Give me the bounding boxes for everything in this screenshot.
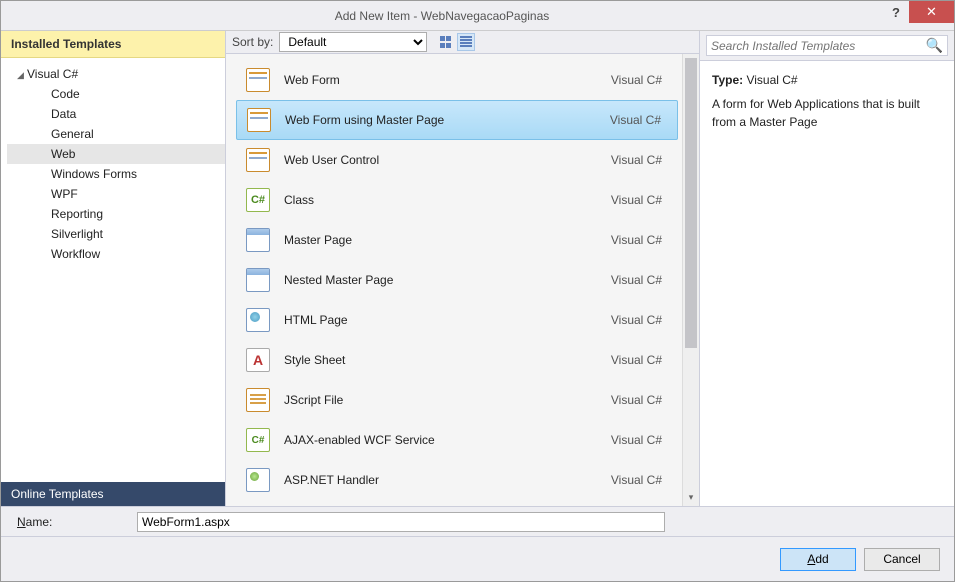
online-templates[interactable]: Online Templates (1, 482, 225, 506)
tree-child-general[interactable]: General (7, 124, 225, 144)
expand-icon: ◢ (17, 70, 27, 81)
vertical-scrollbar[interactable]: ▾ (682, 54, 699, 506)
template-lang: Visual C# (610, 113, 667, 127)
template-icon: A (246, 348, 270, 372)
type-value: Visual C# (746, 73, 797, 87)
search-icon[interactable]: 🔍 (926, 37, 943, 54)
template-label: AJAX-enabled WCF Service (284, 433, 611, 447)
template-lang: Visual C# (611, 73, 668, 87)
template-label: HTML Page (284, 313, 611, 327)
tree-child-web[interactable]: Web (7, 144, 225, 164)
template-item[interactable]: A Style SheetVisual C# (236, 340, 678, 380)
sidebar: Installed Templates ◢Visual C# CodeDataG… (1, 31, 226, 506)
tree-root-visual-csharp[interactable]: ◢Visual C# (7, 64, 225, 84)
name-label: Name: (17, 515, 137, 529)
template-icon: C# (246, 428, 270, 452)
template-icon (246, 148, 270, 172)
template-lang: Visual C# (611, 273, 668, 287)
template-lang: Visual C# (611, 473, 668, 487)
template-icon (246, 468, 270, 492)
template-lang: Visual C# (611, 233, 668, 247)
template-item[interactable]: Master PageVisual C# (236, 220, 678, 260)
view-mode-icons (437, 33, 475, 51)
template-label: Style Sheet (284, 353, 611, 367)
sidebar-header: Installed Templates (1, 31, 225, 58)
template-icon (246, 68, 270, 92)
tree-child-silverlight[interactable]: Silverlight (7, 224, 225, 244)
template-item[interactable]: C# AJAX-enabled WCF ServiceVisual C# (236, 420, 678, 460)
template-label: Class (284, 193, 611, 207)
template-item[interactable]: Web Form using Master PageVisual C# (236, 100, 678, 140)
template-tree: ◢Visual C# CodeDataGeneralWebWindows For… (1, 58, 225, 482)
cancel-button[interactable]: Cancel (864, 548, 940, 571)
template-item[interactable]: JScript FileVisual C# (236, 380, 678, 420)
tree-child-workflow[interactable]: Workflow (7, 244, 225, 264)
sort-bar: Sort by: Default (226, 31, 699, 54)
window-controls: ? ✕ (883, 1, 954, 30)
tree-child-data[interactable]: Data (7, 104, 225, 124)
tree-child-code[interactable]: Code (7, 84, 225, 104)
center-panel: Sort by: Default Web FormVisual C#Web Fo… (226, 31, 699, 506)
template-item[interactable]: ASP.NET HandlerVisual C# (236, 460, 678, 500)
sort-dropdown[interactable]: Default (279, 32, 427, 52)
description: Type: Visual C# A form for Web Applicati… (700, 61, 954, 141)
template-icon (246, 268, 270, 292)
search-input[interactable] (711, 39, 926, 53)
tree-root-label: Visual C# (27, 67, 78, 81)
type-label: Type: (712, 73, 743, 87)
template-item[interactable]: Web FormVisual C# (236, 60, 678, 100)
template-list: Web FormVisual C#Web Form using Master P… (226, 54, 682, 506)
name-row: Name: (1, 506, 954, 536)
view-small-icons[interactable] (437, 33, 455, 51)
sort-label: Sort by: (232, 35, 273, 49)
template-icon: C# (246, 188, 270, 212)
button-row: Add Cancel (1, 536, 954, 581)
scrollbar-thumb[interactable] (685, 58, 697, 348)
close-button[interactable]: ✕ (909, 1, 954, 23)
titlebar: Add New Item - WebNavegacaoPaginas ? ✕ (1, 1, 954, 31)
items-wrap: Web FormVisual C#Web Form using Master P… (226, 54, 699, 506)
template-lang: Visual C# (611, 433, 668, 447)
template-lang: Visual C# (611, 193, 668, 207)
template-label: JScript File (284, 393, 611, 407)
view-list-icons[interactable] (457, 33, 475, 51)
template-lang: Visual C# (611, 353, 668, 367)
template-label: ASP.NET Handler (284, 473, 611, 487)
template-label: Master Page (284, 233, 611, 247)
add-button[interactable]: Add (780, 548, 856, 571)
template-label: Web User Control (284, 153, 611, 167)
description-text: A form for Web Applications that is buil… (712, 95, 942, 131)
template-icon (246, 228, 270, 252)
tree-child-wpf[interactable]: WPF (7, 184, 225, 204)
template-item[interactable]: Nested Master PageVisual C# (236, 260, 678, 300)
template-icon (246, 388, 270, 412)
template-lang: Visual C# (611, 313, 668, 327)
details-panel: 🔍 Type: Visual C# A form for Web Applica… (699, 31, 954, 506)
template-label: Nested Master Page (284, 273, 611, 287)
template-lang: Visual C# (611, 393, 668, 407)
tree-child-windows-forms[interactable]: Windows Forms (7, 164, 225, 184)
tree-child-reporting[interactable]: Reporting (7, 204, 225, 224)
template-item[interactable]: Web User ControlVisual C# (236, 140, 678, 180)
template-label: Web Form using Master Page (285, 113, 610, 127)
main-area: Installed Templates ◢Visual C# CodeDataG… (1, 31, 954, 506)
template-icon (246, 308, 270, 332)
name-input[interactable] (137, 512, 665, 532)
template-item[interactable]: C# ClassVisual C# (236, 180, 678, 220)
template-lang: Visual C# (611, 153, 668, 167)
template-item[interactable]: HTML PageVisual C# (236, 300, 678, 340)
template-label: Web Form (284, 73, 611, 87)
search-box[interactable]: 🔍 (706, 35, 948, 56)
template-icon (247, 108, 271, 132)
scroll-down-arrow[interactable]: ▾ (683, 489, 699, 506)
help-button[interactable]: ? (883, 1, 909, 23)
search-wrap: 🔍 (700, 31, 954, 61)
window-title: Add New Item - WebNavegacaoPaginas (1, 9, 883, 23)
